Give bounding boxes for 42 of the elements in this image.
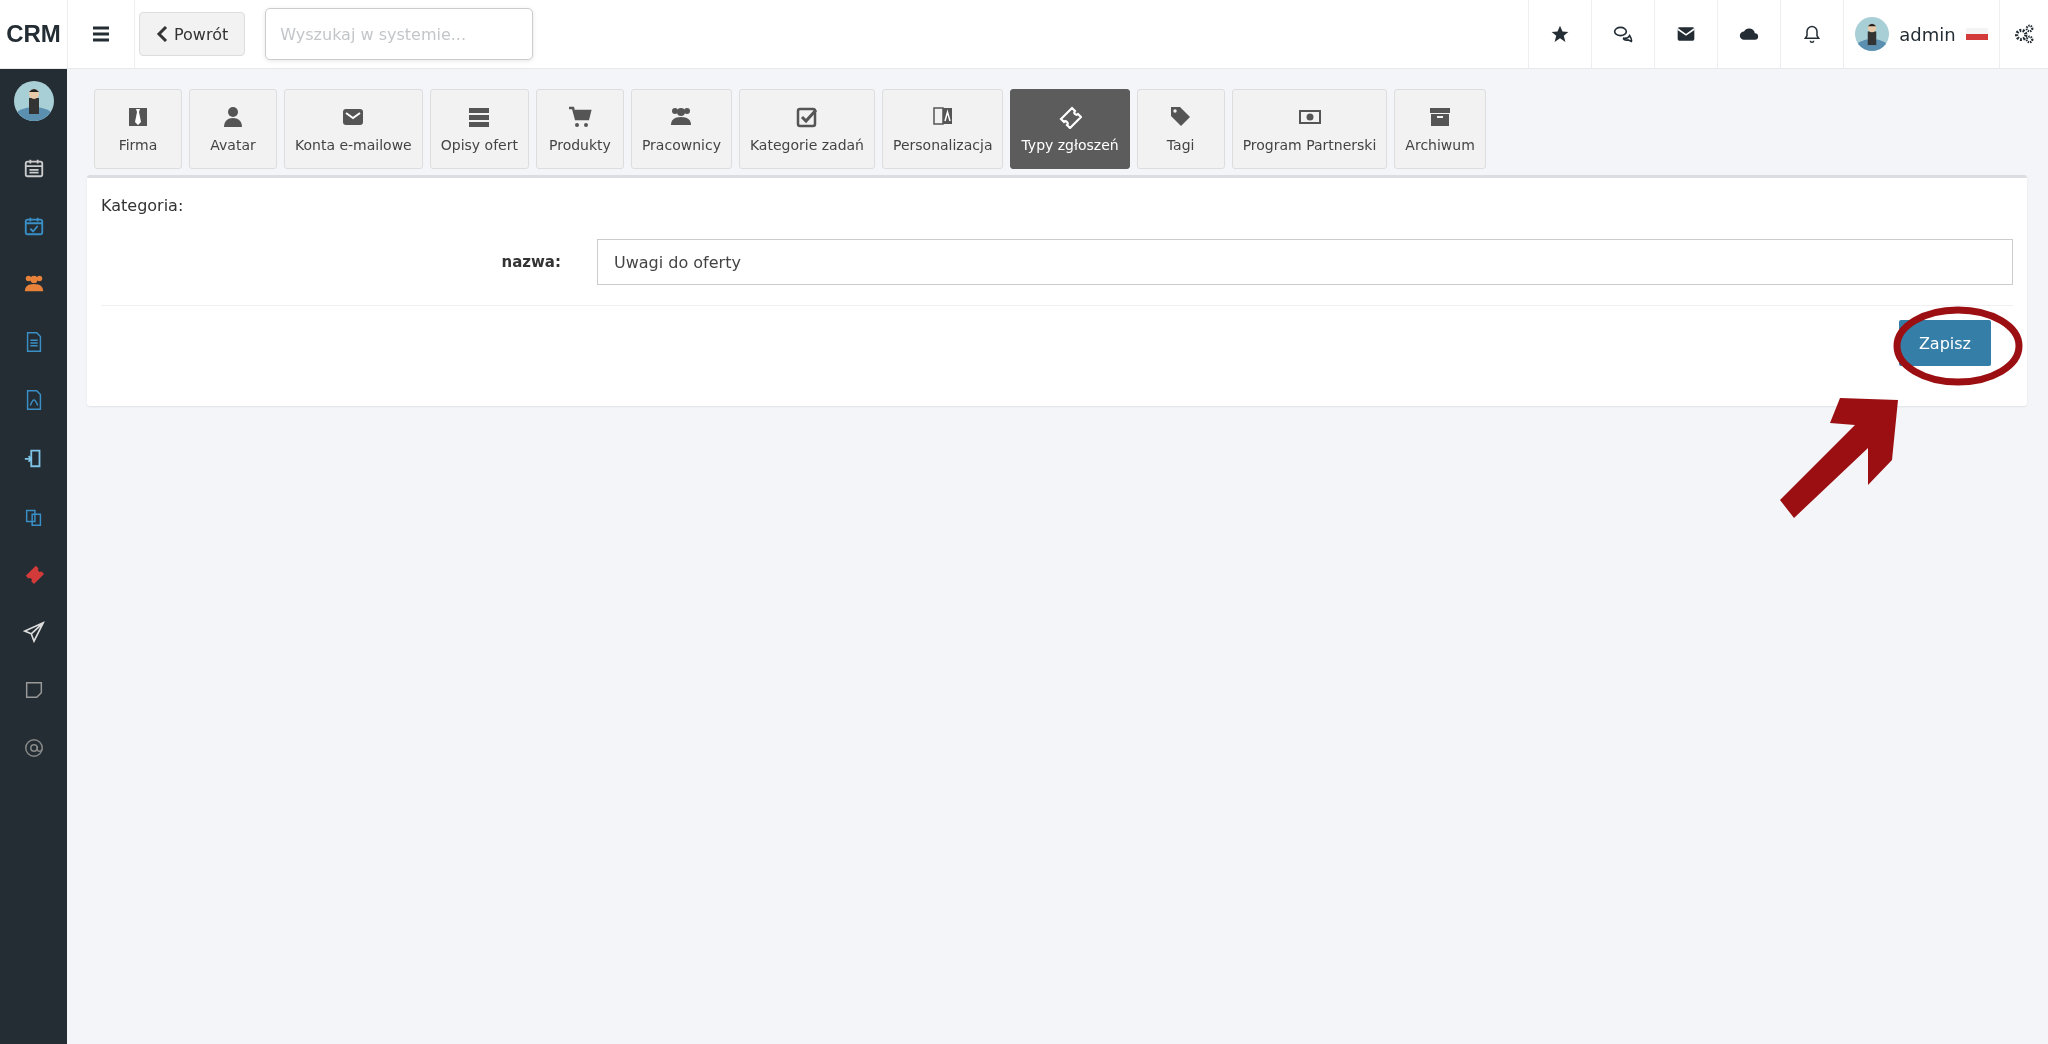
settings-tab[interactable]: Avatar (189, 89, 277, 169)
user-icon (221, 105, 245, 129)
cart-icon (567, 105, 592, 129)
logo[interactable]: CRM (0, 0, 68, 68)
user-name[interactable]: admin (1899, 23, 1956, 45)
chat-icon (1613, 24, 1633, 44)
settings-tab[interactable]: Kategorie zadań (738, 89, 875, 169)
envelope-icon (1676, 24, 1696, 44)
at-sign-icon (22, 737, 45, 759)
server-icon (467, 105, 492, 129)
chevron-left-icon (156, 26, 168, 42)
settings-tab[interactable]: Pracownicy (630, 89, 732, 169)
search-field[interactable]: Wyszukaj w systemie... (265, 8, 534, 60)
settings-tab[interactable]: Firma (94, 89, 182, 169)
field-label: nazwa: (500, 253, 562, 271)
settings-tab[interactable]: Archiwum (1394, 89, 1486, 169)
gears-icon (2013, 23, 2035, 45)
settings-tab[interactable]: Typy zgłoszeń (1010, 89, 1130, 169)
settings-tab[interactable]: Konta e-mailowe (284, 89, 423, 169)
back-button[interactable]: Powrót (139, 12, 246, 56)
flag-icon[interactable] (1965, 28, 1988, 40)
settings-tab[interactable]: Personalizacja (881, 89, 1004, 169)
save-button[interactable]: Zapisz (1898, 320, 1991, 366)
section-title: Kategoria: (101, 196, 185, 215)
bell-icon (1802, 24, 1822, 44)
avatar-icon[interactable] (1855, 17, 1890, 51)
settings-tab[interactable]: Produkty (535, 89, 624, 169)
tags-icon (1168, 105, 1193, 129)
calendar-icon (22, 157, 45, 179)
paper-plane-icon (22, 621, 45, 643)
avatar-icon[interactable] (13, 81, 54, 121)
settings-tab[interactable]: Program Partnerski (1231, 89, 1388, 169)
menu-icon[interactable] (91, 24, 111, 44)
settings-tab[interactable]: Opisy ofert (429, 89, 529, 169)
settings-tab[interactable]: Tagi (1136, 89, 1225, 169)
tie-icon (126, 105, 150, 129)
name-field[interactable]: Uwagi do oferty (597, 239, 2013, 285)
archive-icon (1428, 105, 1453, 129)
checkbox-icon (794, 105, 819, 129)
star-icon (1550, 24, 1570, 44)
calendar-check-icon (22, 215, 45, 237)
ticket-icon (1058, 105, 1083, 129)
